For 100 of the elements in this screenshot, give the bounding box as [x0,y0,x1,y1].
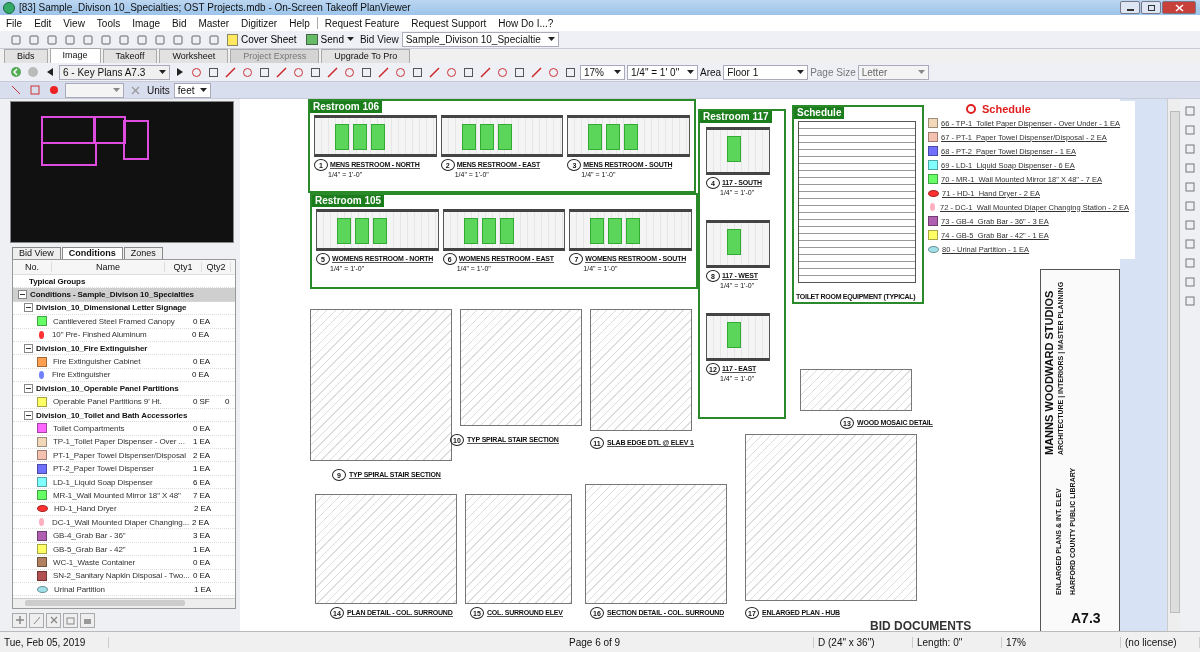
target-icon [966,104,976,114]
back-icon[interactable] [8,65,23,79]
add-icon[interactable] [12,612,27,628]
bid-dropdown[interactable]: Sample_Divison 10_Specialtie [401,32,559,47]
condition-name[interactable]: SN-2_Sanitary Napkin Disposal - Two... [53,571,190,581]
menu-item[interactable]: View [63,17,85,29]
collapse-icon[interactable] [24,410,33,420]
tab[interactable]: Takeoff [102,49,158,63]
page-size-label: Page Size [810,66,856,78]
menu-item[interactable]: File [6,17,23,29]
condition-name[interactable]: Toilet Compartments [53,424,125,433]
condition-name[interactable]: GB-5_Grab Bar - 42" [53,544,126,554]
elevation-drawing [706,313,770,361]
condition-group[interactable]: Division_10_Operable Panel Partitions [36,383,179,393]
scale-dropdown[interactable]: 1/4" = 1' 0" [627,64,698,80]
room-label: Schedule [794,107,845,119]
tab[interactable]: Upgrade To Pro [321,49,411,63]
maximize-button[interactable] [1141,1,1161,14]
condition-name[interactable]: PT-2_Paper Towel Dispenser [53,464,154,474]
menu-item[interactable]: Edit [34,17,52,29]
collapse-icon[interactable] [24,303,33,313]
firm-name: MANNS WOODWARD STUDIOS [1043,290,1055,455]
units-dropdown[interactable]: feet [173,82,211,98]
menu-item[interactable]: Master [198,17,230,29]
condition-name[interactable]: MR-1_Wall Mounted Mirror 18" X 48" [53,490,181,500]
units-label: Units [147,84,170,96]
condition-dropdown[interactable] [65,82,124,98]
condition-name[interactable]: Fire Extinguisher [52,370,111,380]
condition-name[interactable]: Urinal Partition [54,584,105,594]
folder-icon[interactable] [80,612,95,628]
caret-icon [614,69,621,75]
condition-name[interactable]: PT-1_Paper Towel Dispenser/Disposal [53,450,186,460]
status-license: (no license) [1121,636,1200,648]
collapse-icon[interactable] [24,383,33,393]
condition-name[interactable]: LD-1_Liquid Soap Dispenser [53,477,153,487]
condition-group[interactable]: Division_10_Dimensional Letter Signage [36,303,187,313]
condition-group[interactable]: Division_10_Fire Extinguisher [36,343,148,353]
status-date: Tue, Feb 05, 2019 [0,636,109,648]
collapse-icon[interactable] [18,290,27,300]
menu-item[interactable]: Image [132,17,160,29]
column-header[interactable]: Qty2 [202,262,231,272]
zoom-dropdown[interactable]: 17% [580,64,625,80]
sheet-thumbnail[interactable] [10,101,234,243]
minimize-button[interactable] [1120,1,1140,14]
quantity-cell: 0 EA [193,316,210,326]
condition-name[interactable]: Fire Extinguisher Cabinet [53,357,141,367]
horizontal-scrollbar[interactable] [13,598,235,608]
condition-name[interactable]: Cantilevered Steel Framed Canopy [53,316,175,326]
quantity-cell: 2 EA [194,504,211,514]
page-size-dropdown[interactable]: Letter [857,64,929,80]
tab[interactable]: Worksheet [159,49,229,63]
panel-tab[interactable]: Bid View [12,247,61,259]
close-icon [1174,3,1184,12]
menu-item[interactable]: Tools [96,17,121,29]
menu-link[interactable]: How Do I...? [498,17,554,29]
collapse-icon[interactable] [24,343,33,353]
condition-name[interactable]: WC-1_Waste Container [53,557,136,567]
tab[interactable]: Image [49,48,101,63]
condition-name[interactable]: GB-4_Grab Bar - 36" [53,531,126,541]
tab[interactable]: Bids [4,49,48,63]
room-label: Restroom 106 [310,101,383,113]
send-button[interactable]: Send [302,32,357,47]
edit-icon[interactable] [29,612,44,628]
condition-group[interactable]: Division_10_Toilet and Bath Accessories [36,410,188,420]
column-header[interactable]: Name [52,262,165,272]
quantity-cell: 1 EA [193,464,210,474]
close-button[interactable] [1162,1,1196,14]
menu-item[interactable]: Help [289,17,310,29]
menu-item[interactable]: Digitizer [241,17,278,29]
menu-link[interactable]: Request Feature [324,17,400,29]
condition-name[interactable]: DC-1_Wall Mounted Diaper Changing... [52,517,190,527]
bid-view-label: Bid View [359,34,399,45]
panel-tab[interactable]: Zones [123,247,163,259]
status-page: Page 6 of 9 [565,636,814,648]
column-header[interactable]: No. [13,262,52,272]
menu-link[interactable]: Request Support [411,17,487,29]
caret-icon [917,69,925,75]
condition-name[interactable]: Operable Panel Partitions 9' Ht. [53,397,162,407]
menu-item[interactable]: Bid [172,17,187,29]
quantity-cell: 0 EA [193,557,210,567]
cover-sheet-button[interactable]: Cover Sheet [224,32,300,47]
column-header[interactable]: Qty1 [165,262,202,272]
condition-name[interactable]: 10" Pre- Finshed Aluminum [52,330,147,340]
vertical-scrollbar[interactable] [1167,99,1180,631]
page-dropdown[interactable]: 6 - Key Plans A7.3 [59,64,170,80]
condition-name[interactable]: HD-1_Hand Dryer [54,504,117,514]
sheet-number: A7.3 [1071,610,1101,626]
caret-icon [346,37,354,42]
quantity-cell: 0 EA [193,571,210,581]
app-icon [3,1,15,14]
condition-name[interactable]: TP-1_Toilet Paper Dispenser - Over ... [53,437,185,447]
window-title: [83] Sample_Divison 10_Specialties; OST Projects.mdb - On-Screen Takeoff PlanViewer [19,2,412,13]
area-dropdown[interactable]: Floor 1 [723,64,809,80]
room-label: Restroom 105 [312,195,385,207]
line-icon[interactable] [376,65,391,79]
quantity-cell: 0 EA [193,424,210,433]
stamp-text: BID DOCUMENTS [870,619,972,631]
panel-tab[interactable]: Conditions [61,247,123,259]
status-zoom: 17% [1002,636,1121,648]
caret-icon [159,69,166,75]
